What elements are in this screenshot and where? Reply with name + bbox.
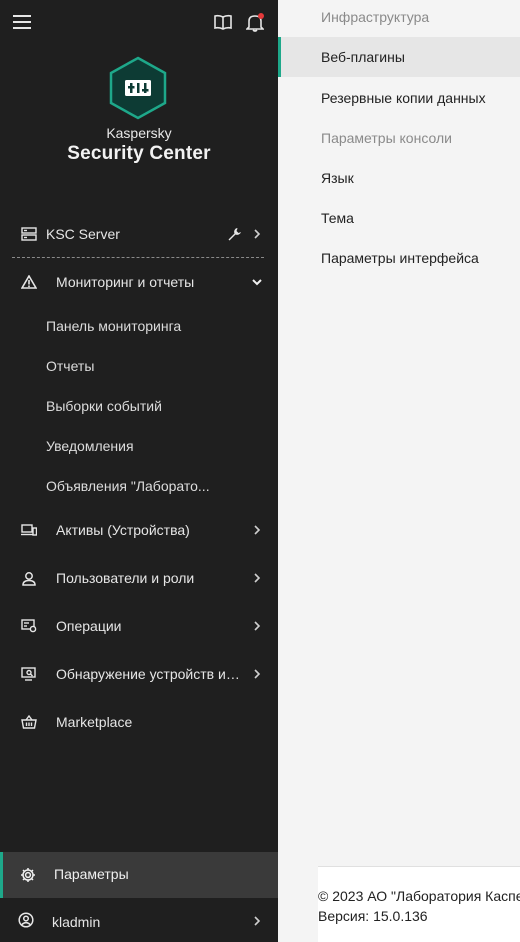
nav-sub-reports[interactable]: Отчеты bbox=[0, 346, 278, 386]
top-bar bbox=[0, 0, 278, 44]
basket-icon bbox=[20, 713, 38, 731]
nav-user-account[interactable]: kladmin bbox=[0, 898, 278, 942]
settings-menu-backup[interactable]: Резервные копии данных bbox=[278, 78, 520, 118]
settings-menu-web-plugins[interactable]: Веб-плагины bbox=[278, 37, 520, 77]
sidebar: Kaspersky Security Center KSC Server Мон… bbox=[0, 0, 278, 942]
divider bbox=[12, 257, 264, 258]
kaspersky-logo bbox=[108, 56, 168, 120]
nav-label: Обнаружение устройств и ... bbox=[56, 666, 240, 682]
nav-marketplace[interactable]: Marketplace bbox=[0, 702, 278, 742]
nav-sub-announcements[interactable]: Объявления "Лаборато... bbox=[0, 466, 278, 506]
nav-sub-label: Выборки событий bbox=[46, 398, 162, 414]
user-name: kladmin bbox=[52, 914, 101, 930]
nav-users-roles[interactable]: Пользователи и роли bbox=[0, 558, 278, 598]
nav-assets-devices[interactable]: Активы (Устройства) bbox=[0, 510, 278, 550]
warning-icon bbox=[20, 273, 38, 291]
nav-label: Операции bbox=[56, 618, 122, 634]
settings-menu-interface[interactable]: Параметры интерфейса bbox=[278, 238, 520, 278]
user-icon bbox=[20, 569, 38, 587]
user-circle-icon bbox=[17, 911, 35, 929]
footer: © 2023 АО "Лаборатория Каспе Версия: 15.… bbox=[318, 866, 520, 942]
discovery-icon bbox=[20, 665, 38, 683]
chevron-right-icon[interactable] bbox=[250, 571, 264, 585]
nav-settings[interactable]: Параметры bbox=[0, 852, 278, 898]
settings-menu-label: Параметры консоли bbox=[321, 130, 452, 146]
menu-icon[interactable] bbox=[10, 11, 34, 33]
chevron-right-icon[interactable] bbox=[250, 227, 264, 241]
chevron-down-icon[interactable] bbox=[250, 275, 264, 289]
settings-menu-label: Тема bbox=[321, 210, 354, 226]
nav-ksc-server-label: KSC Server bbox=[46, 226, 120, 242]
devices-icon bbox=[20, 521, 38, 539]
chevron-right-icon[interactable] bbox=[250, 667, 264, 681]
nav-label: Пользователи и роли bbox=[56, 570, 195, 586]
settings-menu-language[interactable]: Язык bbox=[278, 158, 520, 198]
nav-ksc-server[interactable]: KSC Server bbox=[0, 214, 278, 254]
settings-menu-console-parameters[interactable]: Параметры консоли bbox=[278, 118, 520, 158]
nav-sub-notifications[interactable]: Уведомления bbox=[0, 426, 278, 466]
server-icon bbox=[20, 225, 38, 243]
settings-menu-infrastructure[interactable]: Инфраструктура bbox=[278, 0, 520, 37]
settings-menu-label: Веб-плагины bbox=[321, 49, 405, 65]
settings-menu-label: Резервные копии данных bbox=[321, 90, 486, 106]
settings-menu-theme[interactable]: Тема bbox=[278, 198, 520, 238]
product-name: Security Center bbox=[67, 143, 211, 164]
gear-icon bbox=[19, 866, 37, 884]
wrench-icon[interactable] bbox=[226, 226, 242, 242]
operations-icon bbox=[20, 617, 38, 635]
settings-menu-label: Язык bbox=[321, 170, 354, 186]
nav-sub-event-selections[interactable]: Выборки событий bbox=[0, 386, 278, 426]
chevron-right-icon[interactable] bbox=[250, 914, 264, 928]
nav-sub-label: Уведомления bbox=[46, 438, 134, 454]
book-icon[interactable] bbox=[211, 11, 235, 33]
nav-operations[interactable]: Операции bbox=[0, 606, 278, 646]
nav-sub-label: Панель мониторинга bbox=[46, 318, 182, 334]
chevron-right-icon[interactable] bbox=[250, 523, 264, 537]
nav-monitoring-label: Мониторинг и отчеты bbox=[56, 274, 195, 290]
nav-settings-label: Параметры bbox=[54, 866, 129, 882]
nav-label: Активы (Устройства) bbox=[56, 522, 190, 538]
chevron-right-icon[interactable] bbox=[250, 619, 264, 633]
version-text: Версия: 15.0.136 bbox=[318, 908, 428, 924]
nav-label: Marketplace bbox=[56, 714, 133, 730]
nav-monitoring-reports[interactable]: Мониторинг и отчеты bbox=[0, 262, 278, 302]
settings-panel: Инфраструктура Веб-плагины Резервные коп… bbox=[278, 0, 520, 942]
nav-device-discovery[interactable]: Обнаружение устройств и ... bbox=[0, 654, 278, 694]
brand-name: Kaspersky bbox=[106, 125, 172, 141]
settings-menu-label: Параметры интерфейса bbox=[321, 250, 479, 266]
nav-sub-dashboard[interactable]: Панель мониторинга bbox=[0, 306, 278, 346]
nav-sub-label: Отчеты bbox=[46, 358, 95, 374]
nav-sub-label: Объявления "Лаборато... bbox=[46, 478, 210, 494]
bell-icon[interactable] bbox=[243, 10, 267, 34]
copyright-text: © 2023 АО "Лаборатория Каспе bbox=[318, 888, 520, 904]
settings-menu-label: Инфраструктура bbox=[321, 9, 430, 25]
